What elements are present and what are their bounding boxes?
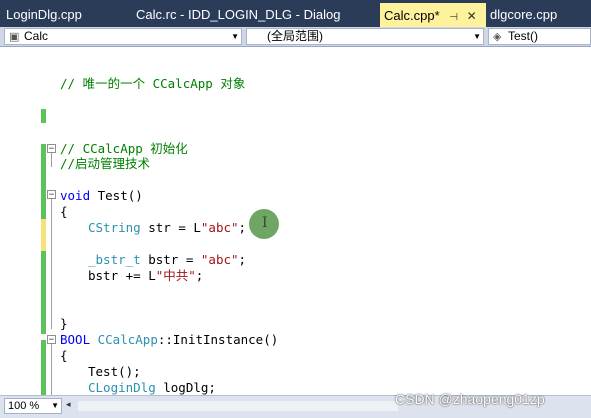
- tab-label: Calc.rc - IDD_LOGIN_DLG - Dialog: [136, 7, 341, 22]
- code-line: // 唯一的一个 CCalcApp 对象: [60, 76, 246, 91]
- code-text: bstr =: [140, 252, 201, 267]
- code-text: ;: [238, 220, 247, 235]
- tab-label: LoginDlg.cpp: [6, 7, 82, 22]
- code-line: _bstr_t bstr = "abc";: [88, 252, 246, 268]
- type-name: CLoginDlg: [88, 380, 156, 395]
- string-literal: "abc": [200, 252, 239, 267]
- code-line: CString str = L"abc";: [88, 220, 246, 236]
- chevron-down-icon[interactable]: ▼: [51, 399, 59, 413]
- zoom-combo[interactable]: 100 % ▼: [4, 398, 62, 414]
- keyword: BOOL: [60, 332, 91, 347]
- chevron-down-icon[interactable]: ▼: [231, 29, 239, 44]
- code-text: ;: [195, 268, 204, 283]
- code-line: BOOL CCalcApp::InitInstance(): [60, 332, 278, 348]
- document-tab-bar: LoginDlg.cpp Calc.rc - IDD_LOGIN_DLG - D…: [0, 0, 591, 27]
- scope-combo-value: (全局范围): [267, 29, 323, 43]
- code-text: bstr += L: [88, 268, 156, 283]
- code-line: {: [60, 348, 68, 363]
- tab-calc-rc-dialog[interactable]: Calc.rc - IDD_LOGIN_DLG - Dialog: [136, 2, 374, 27]
- project-icon: ▣: [9, 31, 20, 43]
- scroll-left-icon[interactable]: ◂: [66, 400, 71, 410]
- code-line: Test();: [88, 364, 141, 379]
- code-text: Test(): [90, 188, 143, 203]
- tab-label: Calc.cpp*: [384, 8, 440, 23]
- code-line: }: [60, 316, 68, 331]
- code-line: // CCalcApp 初始化: [60, 141, 188, 156]
- string-literal: "中共": [155, 268, 196, 283]
- member-combo-value: Test(): [508, 29, 538, 43]
- string-literal: "abc": [200, 220, 239, 235]
- chevron-down-icon[interactable]: ▼: [473, 29, 481, 44]
- tab-label: dlgcore.cpp: [490, 7, 558, 22]
- code-line: void Test(): [60, 188, 143, 204]
- close-icon[interactable]: ✕: [467, 9, 477, 23]
- code-line: {: [60, 204, 68, 219]
- member-combo[interactable]: ◈ Test(): [488, 28, 591, 45]
- code-text: logDlg;: [155, 380, 216, 395]
- keyword: void: [60, 188, 91, 203]
- navigation-bar: ▣ Calc ▼ (全局范围) ▼ ◈ Test(): [0, 27, 591, 47]
- code-text: str = L: [140, 220, 201, 235]
- horizontal-scrollbar[interactable]: [78, 401, 398, 411]
- tab-calc-cpp[interactable]: Calc.cpp* ⊣ ✕: [380, 3, 486, 27]
- scope-combo[interactable]: (全局范围) ▼: [246, 28, 484, 45]
- tab-logindlg-cpp[interactable]: LoginDlg.cpp: [6, 2, 126, 27]
- tab-dlgcore-cpp[interactable]: dlgcore.cpp: [490, 2, 590, 27]
- method-icon: ◈: [493, 31, 502, 43]
- pin-icon[interactable]: ⊣: [449, 12, 458, 23]
- project-combo-value: Calc: [24, 29, 49, 43]
- zoom-value: 100 %: [8, 400, 40, 412]
- code-line: CLoginDlg logDlg;: [88, 380, 216, 396]
- watermark: CSDN @zhaopeng01zp: [395, 391, 545, 407]
- code-text-area[interactable]: // 唯一的一个 CCalcApp 对象 // CCalcApp 初始化 //启…: [0, 47, 591, 395]
- type-name: _bstr_t: [88, 252, 141, 267]
- code-editor[interactable]: − − − // 唯一的一个 CCalcApp 对象 // CCalcApp 初…: [0, 47, 591, 395]
- text-cursor-icon: I: [262, 215, 268, 231]
- project-combo[interactable]: ▣ Calc ▼: [4, 28, 242, 45]
- code-line: bstr += L"中共";: [88, 268, 203, 284]
- type-name: CString: [88, 220, 141, 235]
- type-name: CCalcApp: [90, 332, 158, 347]
- code-line: //启动管理技术: [60, 156, 151, 171]
- code-text: ;: [238, 252, 247, 267]
- code-text: ::InitInstance(): [157, 332, 279, 347]
